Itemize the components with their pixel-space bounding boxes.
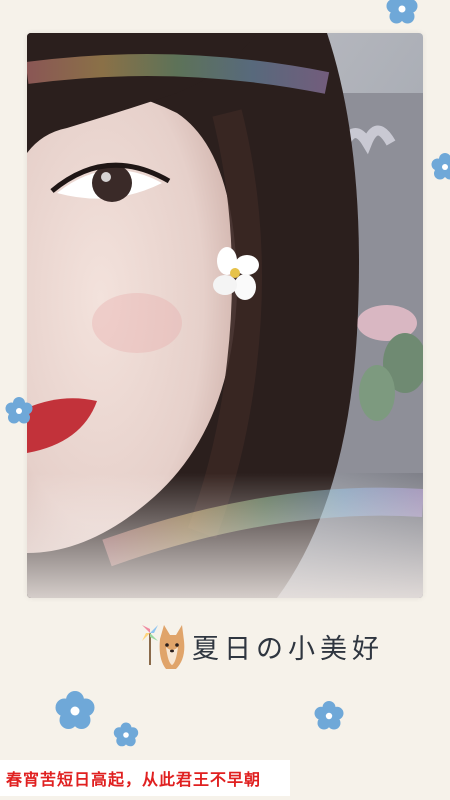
flower-icon (314, 701, 344, 730)
flower-icon (55, 691, 95, 729)
caption-bar: 春宵苦短日高起，从此君王不早朝 (0, 760, 290, 796)
dog-with-pinwheel-icon (142, 625, 185, 669)
flower-icon (5, 397, 33, 424)
photo-image (27, 33, 423, 598)
summer-sticker: 夏日の小美好 (140, 618, 384, 674)
flower-icon (113, 722, 139, 747)
caption-text: 春宵苦短日高起，从此君王不早朝 (6, 770, 262, 789)
selfie-photo (27, 33, 423, 598)
sticker-text: 夏日の小美好 (192, 633, 384, 665)
flower-icon (431, 153, 450, 180)
flower-icon (386, 0, 418, 24)
